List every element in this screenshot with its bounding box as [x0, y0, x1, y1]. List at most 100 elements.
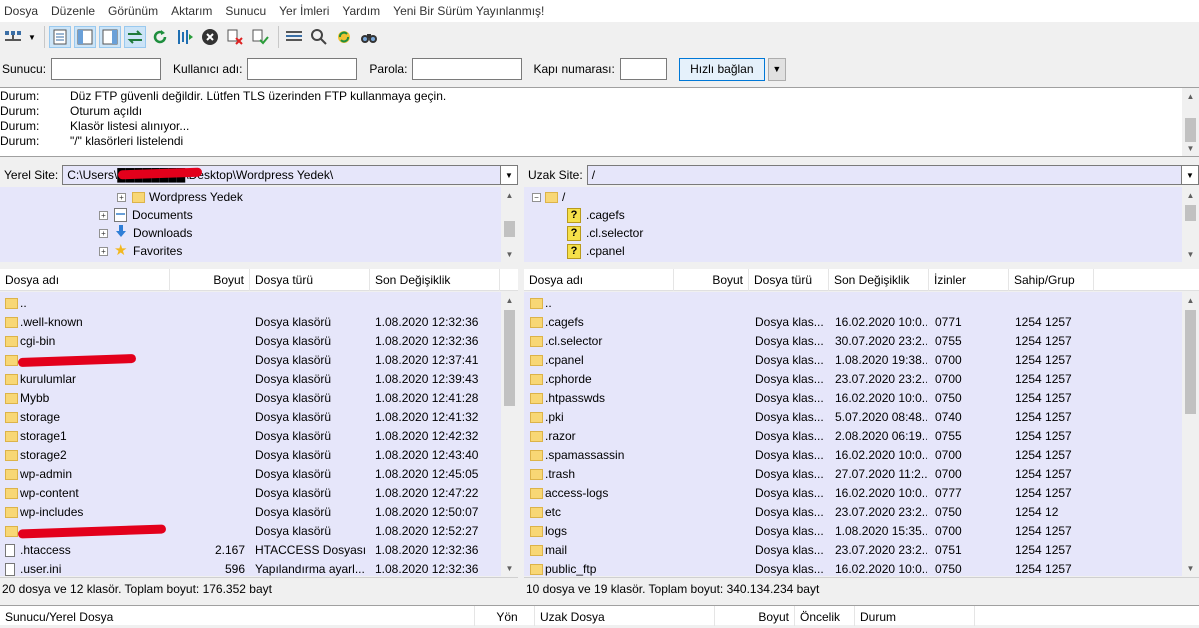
scroll-thumb[interactable]	[1185, 205, 1196, 221]
password-input[interactable]	[412, 58, 523, 80]
table-row[interactable]: .cagefs Dosya klas... 16.02.2020 10:0... 07…	[524, 313, 1179, 332]
scroll-down-icon[interactable]: ▼	[1182, 140, 1199, 156]
table-row[interactable]: logs Dosya klas... 1.08.2020 15:35... 0700 1…	[524, 522, 1179, 541]
scroll-thumb[interactable]	[504, 221, 515, 237]
local-path-dropdown-icon[interactable]: ▼	[501, 165, 518, 185]
filter-icon[interactable]	[308, 26, 330, 48]
username-input[interactable]	[247, 58, 358, 80]
dropdown-arrow-icon[interactable]: ▼	[27, 26, 37, 48]
table-row[interactable]: .cphorde Dosya klas... 23.07.2020 23:2... 0…	[524, 370, 1179, 389]
column-header-name[interactable]: Dosya adı	[524, 269, 674, 291]
table-row[interactable]: .cl.selector Dosya klas... 30.07.2020 23:2…	[524, 332, 1179, 351]
column-header-modified[interactable]: Son Değişiklik	[370, 269, 500, 291]
tree-item[interactable]: + Documents	[99, 206, 193, 224]
menu-new-version[interactable]: Yeni Bir Sürüm Yayınlanmış!	[393, 4, 544, 18]
menu-edit[interactable]: Düzenle	[51, 4, 95, 18]
column-header-owner[interactable]: Sahip/Grup	[1009, 269, 1094, 291]
tree-item[interactable]: − /	[532, 188, 565, 206]
scroll-down-icon[interactable]: ▼	[1182, 246, 1199, 262]
table-row[interactable]: .well-known Dosya klasörü 1.08.2020 12:32:…	[0, 313, 500, 332]
table-row[interactable]: storage1 Dosya klasörü 1.08.2020 12:42:32	[0, 427, 500, 446]
scroll-down-icon[interactable]: ▼	[501, 560, 518, 576]
column-header-name[interactable]: Dosya adı	[0, 269, 170, 291]
process-queue-icon[interactable]	[174, 26, 196, 48]
table-row[interactable]: storage2 Dosya klasörü 1.08.2020 12:43:40	[0, 446, 500, 465]
table-row[interactable]: .spamassassin Dosya klas... 16.02.2020 10:…	[524, 446, 1179, 465]
queue-header-size[interactable]: Boyut	[715, 606, 795, 626]
host-input[interactable]	[51, 58, 162, 80]
column-header-modified[interactable]: Son Değişiklik	[829, 269, 929, 291]
reconnect-icon[interactable]	[249, 26, 271, 48]
queue-header-local-file[interactable]: Sunucu/Yerel Dosya	[0, 606, 475, 626]
directory-compare-icon[interactable]	[283, 26, 305, 48]
menu-view[interactable]: Görünüm	[108, 4, 158, 18]
remote-tree-scrollbar[interactable]: ▲ ▼	[1182, 187, 1199, 262]
table-row[interactable]: wp-admin Dosya klasörü 1.08.2020 12:45:05	[0, 465, 500, 484]
queue-header-priority[interactable]: Öncelik	[795, 606, 855, 626]
queue-header-status[interactable]: Durum	[855, 606, 975, 626]
menu-bookmarks[interactable]: Yer İmleri	[279, 4, 329, 18]
menu-file[interactable]: Dosya	[4, 4, 38, 18]
port-input[interactable]	[619, 58, 667, 80]
table-row[interactable]: .user.ini 596 Yapılandırma ayarl... 1.08.20…	[0, 560, 500, 576]
expand-icon[interactable]: +	[99, 246, 108, 256]
table-row[interactable]: ..	[0, 294, 500, 313]
collapse-icon[interactable]: −	[532, 192, 541, 202]
menu-help[interactable]: Yardım	[342, 4, 380, 18]
refresh-icon[interactable]	[149, 26, 171, 48]
table-row[interactable]: mail Dosya klas... 23.07.2020 23:2... 0751 1…	[524, 541, 1179, 560]
remote-path-input[interactable]: /	[586, 165, 1182, 185]
tree-item[interactable]: + ★ Favorites	[99, 242, 182, 260]
expand-icon[interactable]: +	[99, 210, 108, 220]
table-row[interactable]: Dosya klasörü 1.08.2020 12:52:27	[0, 522, 500, 541]
log-scrollbar[interactable]: ▲ ▼	[1182, 88, 1199, 156]
remote-path-dropdown-icon[interactable]: ▼	[1182, 165, 1199, 185]
tree-item[interactable]: ? .cpanel	[567, 242, 625, 260]
table-row[interactable]: access-logs Dosya klas... 16.02.2020 10:0.…	[524, 484, 1179, 503]
site-manager-icon[interactable]	[2, 26, 24, 48]
quickconnect-dropdown-icon[interactable]: ▼	[767, 57, 786, 81]
table-row[interactable]: Dosya klasörü 1.08.2020 12:37:41	[0, 351, 500, 370]
local-tree-icon[interactable]	[74, 26, 96, 48]
column-header-type[interactable]: Dosya türü	[749, 269, 829, 291]
remote-tree-icon[interactable]	[99, 26, 121, 48]
scroll-down-icon[interactable]: ▼	[501, 246, 518, 262]
scroll-up-icon[interactable]: ▲	[1182, 88, 1199, 104]
table-row[interactable]: etc Dosya klas... 23.07.2020 23:2... 0750 12…	[524, 503, 1179, 522]
tree-item[interactable]: + Downloads	[99, 224, 192, 242]
table-row[interactable]: storage Dosya klasörü 1.08.2020 12:41:32	[0, 408, 500, 427]
table-row[interactable]: .htaccess 2.167 HTACCESS Dosyası 1.08.2020 …	[0, 541, 500, 560]
expand-icon[interactable]: +	[117, 192, 126, 202]
scroll-down-icon[interactable]: ▼	[1182, 560, 1199, 576]
table-row[interactable]: .trash Dosya klas... 27.07.2020 11:2... 070…	[524, 465, 1179, 484]
transfer-queue-icon[interactable]	[124, 26, 146, 48]
scroll-thumb[interactable]	[1185, 118, 1196, 142]
local-list-scrollbar[interactable]: ▲ ▼	[501, 292, 518, 576]
scroll-thumb[interactable]	[504, 310, 515, 406]
sync-browse-icon[interactable]	[333, 26, 355, 48]
table-row[interactable]: ..	[524, 294, 1179, 313]
cancel-icon[interactable]	[199, 26, 221, 48]
menu-server[interactable]: Sunucu	[225, 4, 266, 18]
message-log-icon[interactable]	[49, 26, 71, 48]
expand-icon[interactable]: +	[99, 228, 108, 238]
scroll-up-icon[interactable]: ▲	[1182, 292, 1199, 308]
table-row[interactable]: public_ftp Dosya klas... 16.02.2020 10:0..…	[524, 560, 1179, 576]
local-tree-scrollbar[interactable]: ▲ ▼	[501, 187, 518, 262]
scroll-up-icon[interactable]: ▲	[1182, 187, 1199, 203]
table-row[interactable]: .razor Dosya klas... 2.08.2020 06:19... 075…	[524, 427, 1179, 446]
table-row[interactable]: .cpanel Dosya klas... 1.08.2020 19:38... 07…	[524, 351, 1179, 370]
table-row[interactable]: Mybb Dosya klasörü 1.08.2020 12:41:28	[0, 389, 500, 408]
scroll-up-icon[interactable]: ▲	[501, 292, 518, 308]
table-row[interactable]: wp-content Dosya klasörü 1.08.2020 12:47:2…	[0, 484, 500, 503]
queue-header-direction[interactable]: Yön	[475, 606, 535, 626]
disconnect-icon[interactable]	[224, 26, 246, 48]
queue-header-remote-file[interactable]: Uzak Dosya	[535, 606, 715, 626]
column-header-type[interactable]: Dosya türü	[250, 269, 370, 291]
scroll-up-icon[interactable]: ▲	[501, 187, 518, 203]
table-row[interactable]: wp-includes Dosya klasörü 1.08.2020 12:50:…	[0, 503, 500, 522]
quickconnect-button[interactable]: Hızlı bağlan	[678, 57, 765, 81]
remote-list-scrollbar[interactable]: ▲ ▼	[1182, 292, 1199, 576]
column-header-size[interactable]: Boyut	[674, 269, 749, 291]
column-header-size[interactable]: Boyut	[170, 269, 250, 291]
